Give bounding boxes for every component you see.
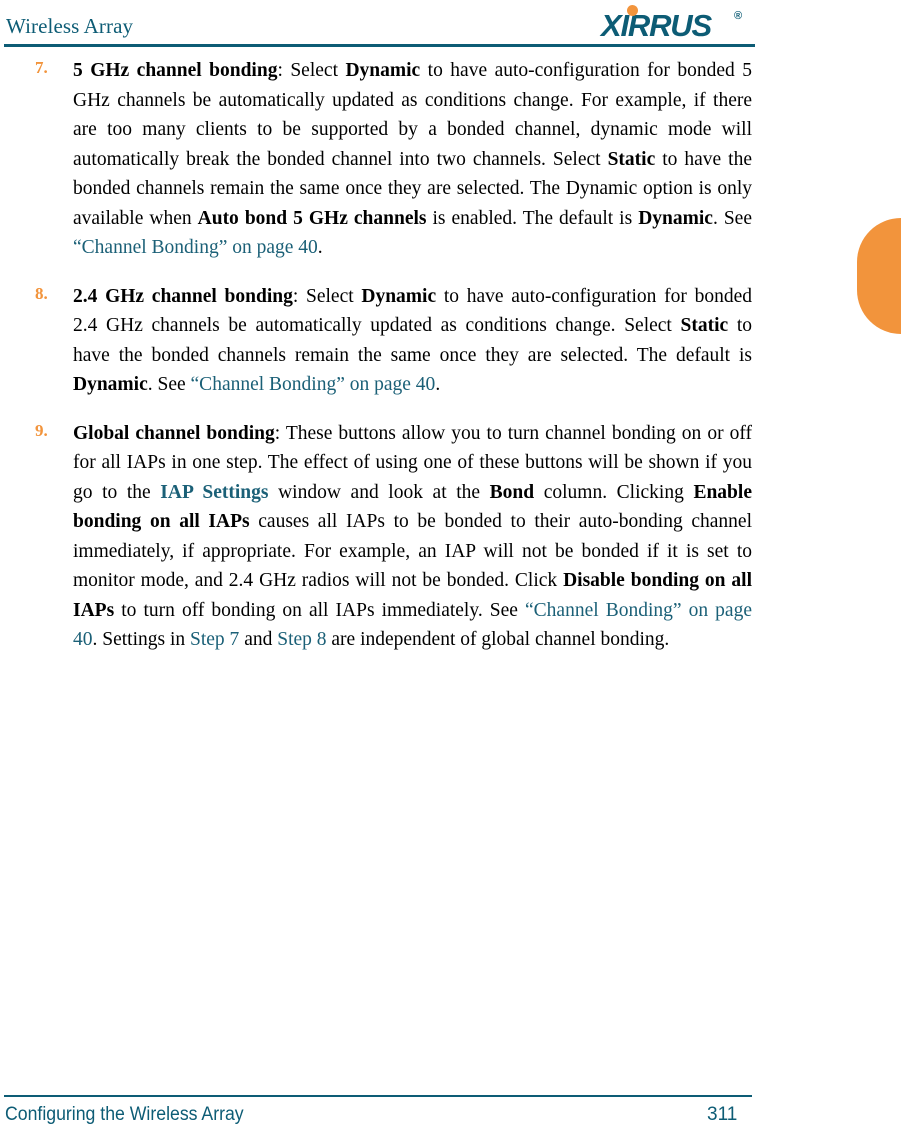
registered-trademark-icon: ® bbox=[734, 10, 743, 22]
emphasis-text: Static bbox=[607, 148, 656, 170]
cross-reference-link[interactable]: “Channel Bonding” on page 40 bbox=[73, 237, 318, 258]
step-paragraph: 2.4 GHz channel bonding: Select Dynamic … bbox=[73, 282, 752, 400]
cross-reference-link[interactable]: “Channel Bonding” on page 40 bbox=[191, 374, 436, 395]
body-text: . See bbox=[712, 207, 752, 229]
step-paragraph: 5 GHz channel bonding: Select Dynamic to… bbox=[73, 56, 752, 263]
xirrus-logo: XIRRUS ® bbox=[601, 4, 753, 44]
body-text: column. Clicking bbox=[534, 481, 694, 503]
emphasis-text: Dynamic bbox=[638, 207, 713, 229]
body-text: . See bbox=[147, 374, 191, 395]
step-item: 9. Global channel bonding: These buttons … bbox=[0, 419, 901, 655]
body-text: is enabled. The default is bbox=[426, 207, 639, 229]
orange-dot-icon bbox=[627, 5, 638, 16]
body-text: are independent of global channel bondin… bbox=[326, 629, 670, 650]
body-text: and bbox=[239, 629, 278, 650]
footer-divider bbox=[4, 1095, 752, 1097]
body-text: : Select bbox=[277, 60, 346, 81]
emphasis-text: 2.4 GHz channel bonding bbox=[73, 285, 293, 307]
emphasis-text: 5 GHz channel bonding bbox=[73, 60, 278, 81]
numbered-step-list: 7. 5 GHz channel bonding: Select Dynamic … bbox=[0, 56, 901, 655]
page-header: Wireless Array XIRRUS ® bbox=[0, 0, 901, 52]
body-text: . Settings in bbox=[92, 629, 191, 650]
body-text: . bbox=[317, 237, 323, 258]
step-number: 7. bbox=[35, 58, 48, 77]
emphasis-text: Global channel bonding bbox=[73, 422, 275, 444]
emphasis-text: Dynamic bbox=[345, 60, 421, 81]
document-body: 7. 5 GHz channel bonding: Select Dynamic … bbox=[0, 56, 901, 674]
footer-page-number: 311 bbox=[707, 1104, 738, 1125]
step-number: 8. bbox=[35, 283, 48, 303]
footer-section-title: Configuring the Wireless Array bbox=[5, 1104, 244, 1125]
logo-wordmark: XIRRUS bbox=[601, 8, 712, 43]
step-number: 9. bbox=[35, 420, 48, 440]
step-paragraph: Global channel bonding: These buttons al… bbox=[73, 419, 752, 655]
cross-reference-link[interactable]: IAP Settings bbox=[160, 482, 268, 503]
cross-reference-link[interactable]: Step 8 bbox=[277, 629, 326, 650]
cross-reference-link[interactable]: Step 7 bbox=[190, 629, 239, 650]
page-footer: Configuring the Wireless Array 311 bbox=[0, 1089, 901, 1137]
body-text: : Select bbox=[292, 285, 362, 307]
step-item: 8. 2.4 GHz channel bonding: Select Dynami… bbox=[0, 282, 901, 400]
emphasis-text: Dynamic bbox=[361, 285, 437, 307]
header-divider bbox=[4, 44, 755, 47]
body-text: window and look at the bbox=[268, 481, 490, 503]
page-title: Wireless Array bbox=[6, 14, 134, 38]
emphasis-text: Bond bbox=[489, 481, 535, 503]
body-text: . bbox=[435, 374, 441, 395]
emphasis-text: Auto bond 5 GHz channels bbox=[197, 207, 427, 229]
step-item: 7. 5 GHz channel bonding: Select Dynamic … bbox=[0, 56, 901, 263]
emphasis-text: Static bbox=[680, 315, 729, 336]
emphasis-text: Dynamic bbox=[73, 374, 148, 395]
body-text: to turn off bonding on all IAPs immediat… bbox=[114, 599, 525, 621]
